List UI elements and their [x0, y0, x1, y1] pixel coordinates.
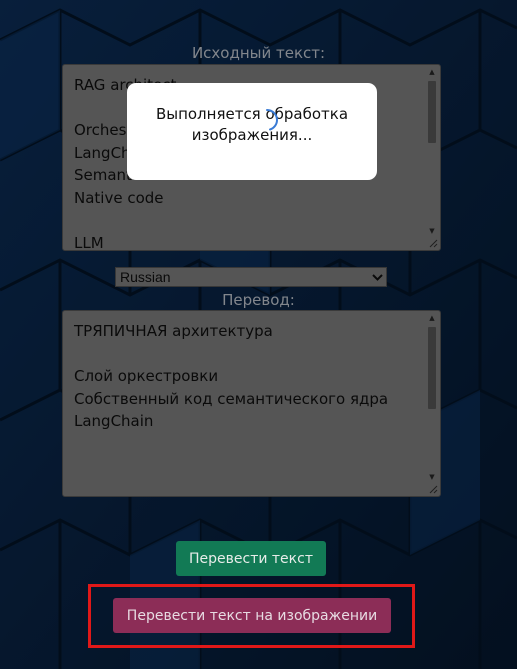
processing-message: Выполняется обработка изображения... [127, 104, 377, 146]
spinner-icon [266, 109, 279, 131]
processing-message-line-1: Выполняется обработка [155, 105, 349, 123]
translate-text-button[interactable]: Перевести текст [176, 541, 326, 576]
processing-dialog: Выполняется обработка изображения... [127, 83, 377, 180]
translate-image-text-button[interactable]: Перевести текст на изображении [113, 598, 391, 633]
processing-message-line-2: изображения... [191, 126, 313, 144]
